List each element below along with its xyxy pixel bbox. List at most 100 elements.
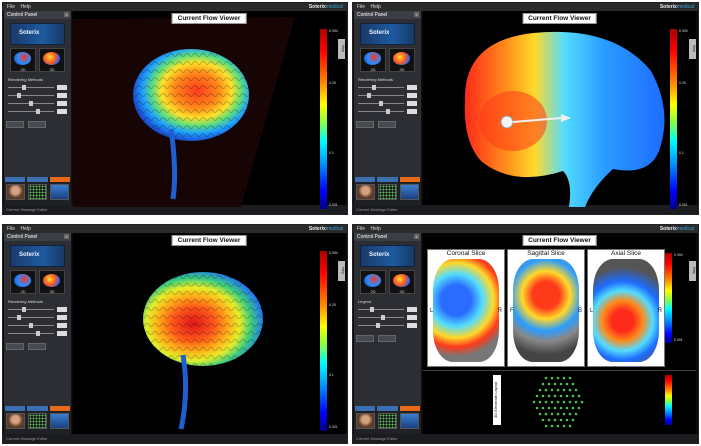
coronal-slice-panel[interactable]: Coronal Slice L R (427, 249, 505, 367)
electrode-layout-button[interactable] (377, 184, 397, 200)
slider[interactable] (8, 331, 54, 336)
value-field[interactable] (57, 315, 67, 320)
help-tab[interactable]: Help (689, 261, 696, 281)
menu-file[interactable]: File (7, 4, 15, 10)
view-2d-thumbnail[interactable]: 2D (360, 270, 386, 294)
axial-slice-panel[interactable]: Axial Slice L R (587, 249, 665, 367)
apply-button[interactable] (28, 121, 46, 128)
value-field[interactable] (57, 109, 67, 114)
tab-active[interactable] (399, 406, 420, 411)
slider[interactable] (358, 93, 404, 98)
close-icon[interactable]: × (64, 234, 69, 239)
slider[interactable] (8, 109, 54, 114)
menu-file[interactable]: File (357, 4, 365, 10)
value-field[interactable] (407, 101, 417, 106)
slider[interactable] (8, 307, 54, 312)
menu-help[interactable]: Help (370, 4, 380, 10)
current-flow-viewer[interactable]: Current Flow Viewer 0.394 0.25 0.1 0.001… (73, 233, 345, 434)
value-field[interactable] (407, 307, 417, 312)
value-field[interactable] (57, 93, 67, 98)
electrode-dot (577, 406, 581, 410)
tab-active[interactable] (49, 177, 70, 182)
tab[interactable] (27, 177, 48, 182)
tab[interactable] (5, 177, 26, 182)
slider[interactable] (358, 323, 404, 328)
view-3d-thumbnail[interactable]: 3D (389, 48, 415, 72)
slider[interactable] (8, 85, 54, 90)
tab-active[interactable] (399, 177, 420, 182)
slider[interactable] (8, 101, 54, 106)
slider[interactable] (358, 109, 404, 114)
help-tab[interactable]: Help (338, 261, 345, 281)
head-model-button[interactable] (5, 184, 25, 200)
reset-button[interactable] (378, 335, 396, 342)
apply-button[interactable] (378, 121, 396, 128)
export-button[interactable] (356, 335, 374, 342)
help-tab[interactable]: Help (338, 39, 345, 59)
help-tab[interactable]: Help (689, 39, 696, 59)
value-field[interactable] (57, 331, 67, 336)
slider[interactable] (358, 101, 404, 106)
value-field[interactable] (407, 323, 417, 328)
reset-button[interactable] (356, 121, 374, 128)
view-3d-thumbnail[interactable]: 3D (39, 48, 65, 72)
electrode-layout-button[interactable] (27, 184, 47, 200)
slider[interactable] (358, 307, 404, 312)
apply-button[interactable] (28, 343, 46, 350)
head-model-button[interactable] (355, 413, 375, 429)
colorbar-min: 0.001 (329, 203, 338, 207)
menu-file[interactable]: File (357, 226, 365, 232)
current-flow-viewer[interactable]: Current Flow Viewer 0.394 0.25 0.1 0.001… (73, 11, 345, 209)
menu-file[interactable]: File (7, 226, 15, 232)
montage-button[interactable] (400, 184, 420, 200)
head-model-button[interactable] (355, 184, 375, 200)
value-field[interactable] (57, 323, 67, 328)
menu-help[interactable]: Help (370, 226, 380, 232)
tab-active[interactable] (49, 406, 70, 411)
electrode-layout-button[interactable] (377, 413, 397, 429)
value-field[interactable] (407, 315, 417, 320)
tab[interactable] (27, 406, 48, 411)
value-field[interactable] (407, 93, 417, 98)
tab[interactable] (355, 177, 376, 182)
tab[interactable] (5, 406, 26, 411)
view-3d-thumbnail[interactable]: 3D (39, 270, 65, 294)
close-icon[interactable]: × (64, 12, 69, 17)
reset-button[interactable] (6, 121, 24, 128)
menu-help[interactable]: Help (20, 4, 30, 10)
slider[interactable] (8, 315, 54, 320)
view-2d-thumbnail[interactable]: 2D (360, 48, 386, 72)
view-2d-thumbnail[interactable]: 2D (10, 270, 36, 294)
view-3d-thumbnail[interactable]: 3D (389, 270, 415, 294)
electrode-dot (544, 376, 548, 380)
current-flow-viewer[interactable]: Current Flow Viewer 0.394 0.25 0.1 0.001… (423, 11, 696, 209)
tab[interactable] (377, 406, 398, 411)
montage-button[interactable] (50, 413, 70, 429)
menu-help[interactable]: Help (20, 226, 30, 232)
slider[interactable] (8, 93, 54, 98)
tab[interactable] (377, 177, 398, 182)
sagittal-slice-panel[interactable]: Sagittal Slice F B (507, 249, 585, 367)
head-model-button[interactable] (5, 413, 25, 429)
electrode-dot (571, 394, 575, 398)
slider[interactable] (358, 85, 404, 90)
view-2d-thumbnail[interactable]: 2D (10, 48, 36, 72)
slider[interactable] (358, 315, 404, 320)
montage-button[interactable] (50, 184, 70, 200)
value-field[interactable] (57, 101, 67, 106)
value-field[interactable] (57, 307, 67, 312)
value-field[interactable] (57, 85, 67, 90)
value-field[interactable] (407, 85, 417, 90)
current-flow-viewer[interactable]: Current Flow Viewer Coronal Slice L R Sa… (423, 233, 696, 434)
montage-button[interactable] (400, 413, 420, 429)
orientation-right: R (497, 308, 502, 314)
control-panel-title: Control Panel × (4, 233, 71, 241)
close-icon[interactable]: × (414, 234, 419, 239)
reset-button[interactable] (6, 343, 24, 350)
tab[interactable] (355, 406, 376, 411)
value-field[interactable] (407, 109, 417, 114)
viewer-title: Current Flow Viewer (171, 235, 247, 246)
close-icon[interactable]: × (414, 12, 419, 17)
slider[interactable] (8, 323, 54, 328)
electrode-layout-button[interactable] (27, 413, 47, 429)
